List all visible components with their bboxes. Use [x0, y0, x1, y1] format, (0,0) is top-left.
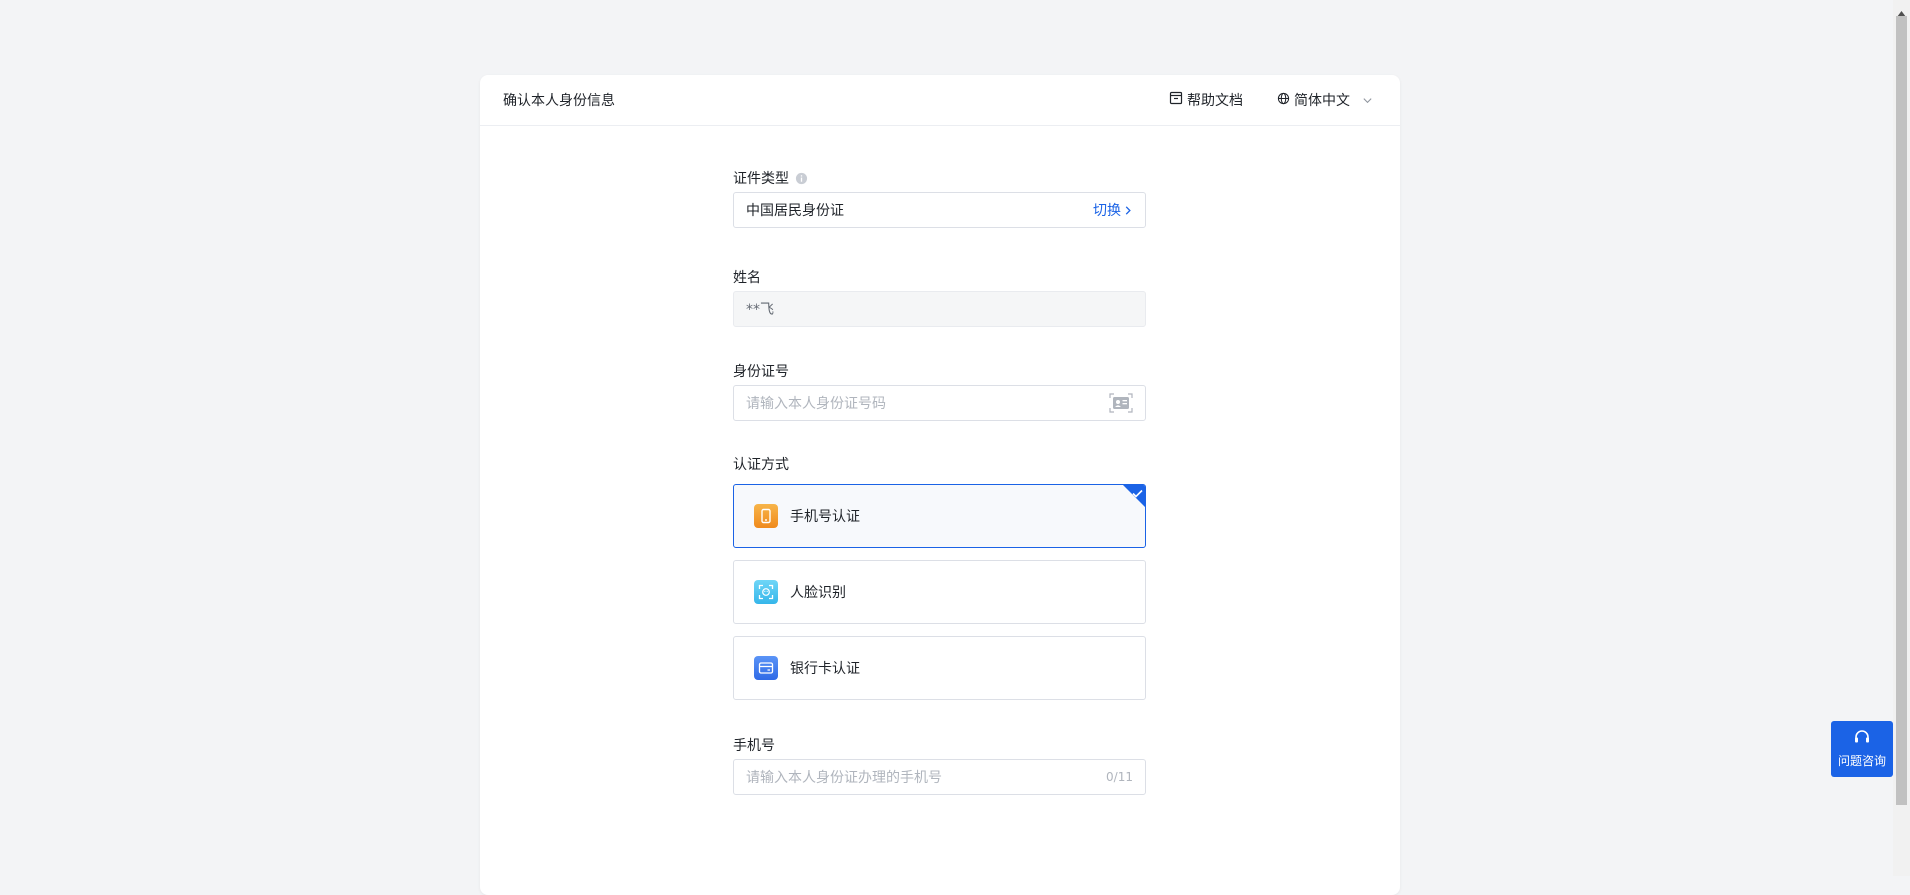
language-label: 简体中文	[1294, 93, 1350, 109]
chevron-down-icon	[1362, 95, 1377, 106]
phone-label-text: 手机号	[733, 738, 775, 754]
auth-method-phone[interactable]: 手机号认证	[733, 484, 1146, 548]
cert-type-label: 证件类型	[733, 168, 808, 188]
auth-method-label-text: 认证方式	[733, 457, 789, 473]
name-label: 姓名	[733, 267, 761, 287]
auth-method-label: 认证方式	[733, 454, 789, 474]
bank-card-icon	[754, 656, 778, 680]
headset-icon	[1853, 729, 1871, 748]
identity-card: 确认本人身份信息 帮助文档 简体中文 证件类型 中国居民身份证 切换 姓名 **…	[480, 75, 1400, 895]
id-number-label-text: 身份证号	[733, 364, 789, 380]
cert-type-field[interactable]: 中国居民身份证 切换	[733, 192, 1146, 228]
header-actions: 帮助文档 简体中文	[1169, 90, 1377, 110]
scrollbar-thumb[interactable]	[1896, 16, 1907, 805]
globe-icon	[1277, 92, 1294, 109]
chevron-right-icon	[1125, 205, 1131, 215]
name-label-text: 姓名	[733, 270, 761, 286]
id-number-label: 身份证号	[733, 361, 789, 381]
name-field: **飞	[733, 291, 1146, 327]
document-icon	[1169, 91, 1187, 109]
help-doc-link[interactable]: 帮助文档	[1169, 90, 1243, 110]
switch-cert-type-button[interactable]: 切换	[1093, 200, 1133, 220]
auth-method-bank-card-label: 银行卡认证	[790, 661, 860, 677]
help-doc-label: 帮助文档	[1187, 93, 1243, 109]
card-header: 确认本人身份信息 帮助文档 简体中文	[480, 75, 1400, 126]
auth-method-face-label: 人脸识别	[790, 585, 846, 601]
cert-type-value: 中国居民身份证	[746, 203, 844, 219]
id-card-scan-icon[interactable]	[1109, 393, 1133, 413]
id-number-input[interactable]: 请输入本人身份证号码	[733, 385, 1146, 421]
phone-label: 手机号	[733, 735, 775, 755]
consult-help-button[interactable]: 问题咨询	[1831, 721, 1893, 777]
cert-type-label-text: 证件类型	[733, 171, 789, 187]
phone-icon	[754, 504, 778, 528]
vertical-scrollbar[interactable]	[1893, 0, 1910, 876]
id-number-placeholder: 请输入本人身份证号码	[746, 396, 886, 412]
phone-char-counter: 0/11	[1106, 770, 1133, 784]
phone-input[interactable]: 请输入本人身份证办理的手机号 0/11	[733, 759, 1146, 795]
auth-method-bank-card[interactable]: 银行卡认证	[733, 636, 1146, 700]
face-scan-icon	[754, 580, 778, 604]
check-icon	[1132, 486, 1143, 502]
phone-placeholder: 请输入本人身份证办理的手机号	[746, 770, 942, 786]
info-icon[interactable]	[795, 172, 808, 185]
page-title: 确认本人身份信息	[503, 93, 615, 109]
language-selector[interactable]: 简体中文	[1277, 90, 1377, 110]
switch-label: 切换	[1093, 203, 1121, 219]
auth-method-face[interactable]: 人脸识别	[733, 560, 1146, 624]
name-value: **飞	[746, 302, 774, 318]
auth-method-phone-label: 手机号认证	[790, 509, 860, 525]
consult-help-label: 问题咨询	[1837, 754, 1886, 768]
